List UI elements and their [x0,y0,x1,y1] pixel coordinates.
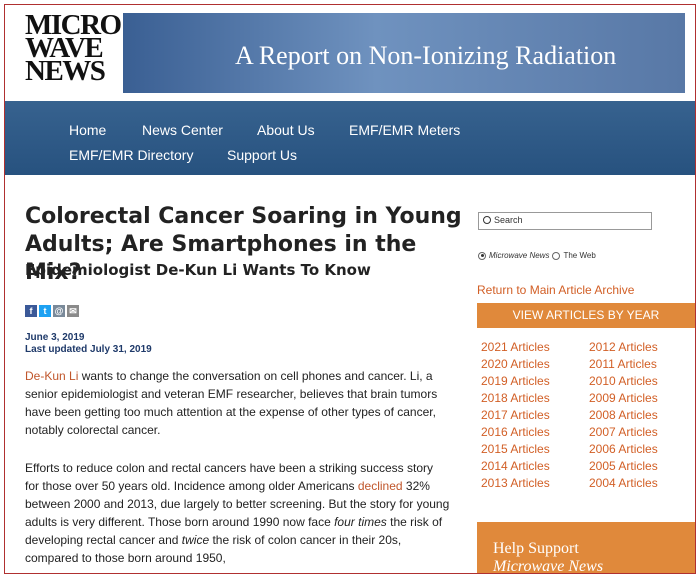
year-link-2015[interactable]: 2015 Articles [481,442,550,456]
site-logo[interactable]: MICRO WAVE NEWS [25,11,125,87]
email-icon[interactable]: @ [53,305,65,317]
main-content: Colorectal Cancer Soaring in Young Adult… [5,175,695,574]
radio-site[interactable] [478,251,486,260]
paragraph-2: Efforts to reduce colon and rectal cance… [25,459,450,567]
paragraph-2-em1: four times [334,515,387,529]
publish-date: June 3, 2019 [25,332,85,343]
search-input[interactable]: Search [478,212,652,230]
updated-date: Last updated July 31, 2019 [25,344,152,355]
main-nav: Home News Center About Us EMF/EMR Meters… [5,101,695,175]
year-link-2011[interactable]: 2011 Articles [589,357,657,371]
nav-emf-directory[interactable]: EMF/EMR Directory [69,147,193,163]
year-link-2005[interactable]: 2005 Articles [589,459,658,473]
banner-title: A Report on Non-Ionizing Radiation [235,41,617,70]
nav-about-us[interactable]: About Us [257,122,315,138]
search-icon [483,216,491,224]
search-scope: Microwave News The Web [478,251,596,260]
header-banner: A Report on Non-Ionizing Radiation [123,13,685,93]
year-link-2009[interactable]: 2009 Articles [589,391,658,405]
year-link-2010[interactable]: 2010 Articles [589,374,658,388]
nav-emf-meters[interactable]: EMF/EMR Meters [349,122,460,138]
nav-support-us[interactable]: Support Us [227,147,297,163]
paragraph-2-em2: twice [181,533,210,547]
article-subtitle: Epidemiologist De-Kun Li Wants To Know [25,261,371,279]
year-link-2017[interactable]: 2017 Articles [481,408,550,422]
year-link-2007[interactable]: 2007 Articles [589,425,658,439]
search-label: Search [494,215,523,225]
help-support-line-2: Microwave News [493,558,604,574]
page-frame: MICRO WAVE NEWS A Report on Non-Ionizing… [4,4,696,574]
share-bar: f t @ ✉ [25,305,79,317]
year-link-2012[interactable]: 2012 Articles [589,340,658,354]
facebook-icon[interactable]: f [25,305,37,317]
de-kun-li-link[interactable]: De-Kun Li [25,369,78,383]
twitter-icon[interactable]: t [39,305,51,317]
year-link-2019[interactable]: 2019 Articles [481,374,550,388]
year-link-2016[interactable]: 2016 Articles [481,425,550,439]
radio-web[interactable] [552,251,561,260]
paragraph-1-text: wants to change the conversation on cell… [25,369,438,437]
year-link-2018[interactable]: 2018 Articles [481,391,550,405]
declined-link[interactable]: declined [358,479,403,493]
masthead: MICRO WAVE NEWS A Report on Non-Ionizing… [5,5,695,101]
article-dates: June 3, 2019 Last updated July 31, 2019 [25,332,152,356]
nav-home[interactable]: Home [69,122,106,138]
year-link-2014[interactable]: 2014 Articles [481,459,550,473]
help-support-line-1: Help Support [493,540,579,557]
year-link-2021[interactable]: 2021 Articles [481,340,550,354]
year-link-2013[interactable]: 2013 Articles [481,476,550,490]
year-link-2006[interactable]: 2006 Articles [589,442,658,456]
year-link-2004[interactable]: 2004 Articles [589,476,658,490]
year-link-2008[interactable]: 2008 Articles [589,408,658,422]
logo-line-3: NEWS [25,55,106,87]
archive-link[interactable]: Return to Main Article Archive [477,283,634,297]
paragraph-1: De-Kun Li wants to change the conversati… [25,367,450,439]
year-link-2020[interactable]: 2020 Articles [481,357,550,371]
print-icon[interactable]: ✉ [67,305,79,317]
help-support-box[interactable]: Help Support Microwave News [477,522,695,574]
radio-site-label: Microwave News [489,251,550,260]
radio-web-label: The Web [563,251,596,260]
nav-news-center[interactable]: News Center [142,122,223,138]
years-header: VIEW ARTICLES BY YEAR [477,303,695,328]
